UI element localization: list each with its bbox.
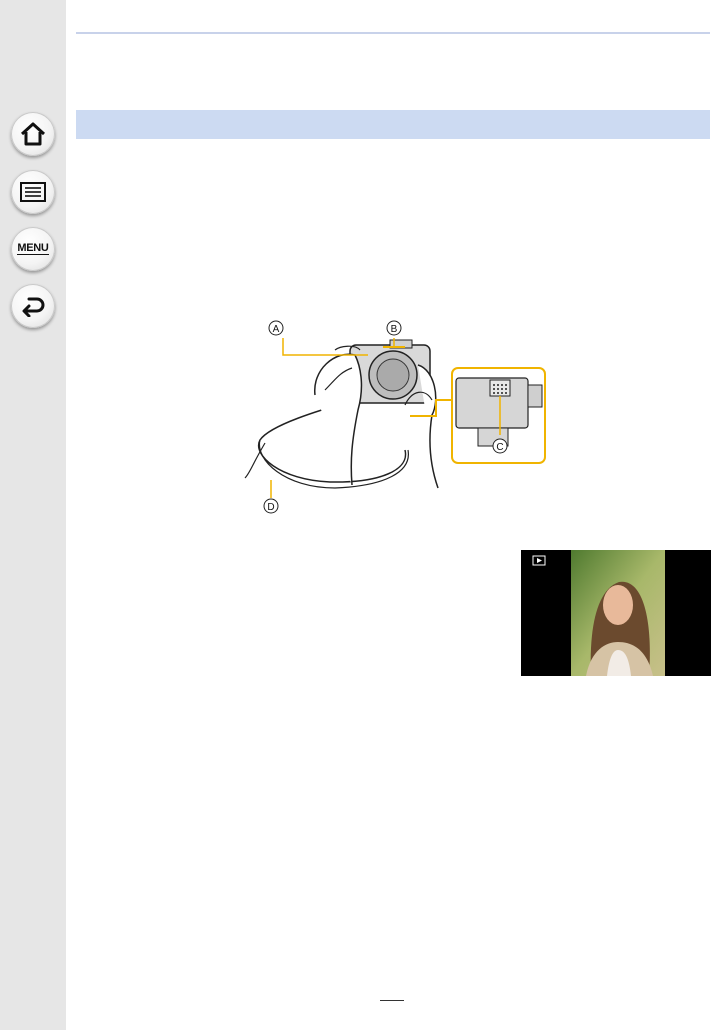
- callout-d: D: [263, 498, 279, 514]
- menu-icon: MENU: [17, 242, 49, 255]
- list-icon: [20, 182, 46, 202]
- page-number-rule: [380, 1000, 404, 1001]
- contents-button[interactable]: [11, 170, 55, 214]
- playback-icon: [537, 558, 542, 563]
- menu-button[interactable]: MENU: [11, 227, 55, 271]
- home-icon: [20, 122, 46, 146]
- svg-text:D: D: [267, 502, 274, 513]
- svg-text:B: B: [391, 324, 398, 335]
- section-heading-bar: [76, 110, 710, 139]
- portrait-photo: [532, 550, 665, 676]
- callout-b: B: [386, 320, 402, 336]
- callout-a: A: [268, 320, 284, 336]
- svg-text:C: C: [496, 442, 503, 453]
- home-button[interactable]: [11, 112, 55, 156]
- left-hand: [314, 353, 363, 486]
- svg-text:A: A: [273, 324, 280, 335]
- camera-grip-illustration: A B C D: [244, 320, 546, 514]
- callout-c: C: [492, 438, 508, 454]
- sidebar: MENU: [0, 0, 66, 1030]
- header-rule: [76, 32, 710, 34]
- lcd-playback-preview: [521, 550, 711, 676]
- back-arrow-icon: [22, 297, 45, 317]
- back-button[interactable]: [11, 284, 55, 328]
